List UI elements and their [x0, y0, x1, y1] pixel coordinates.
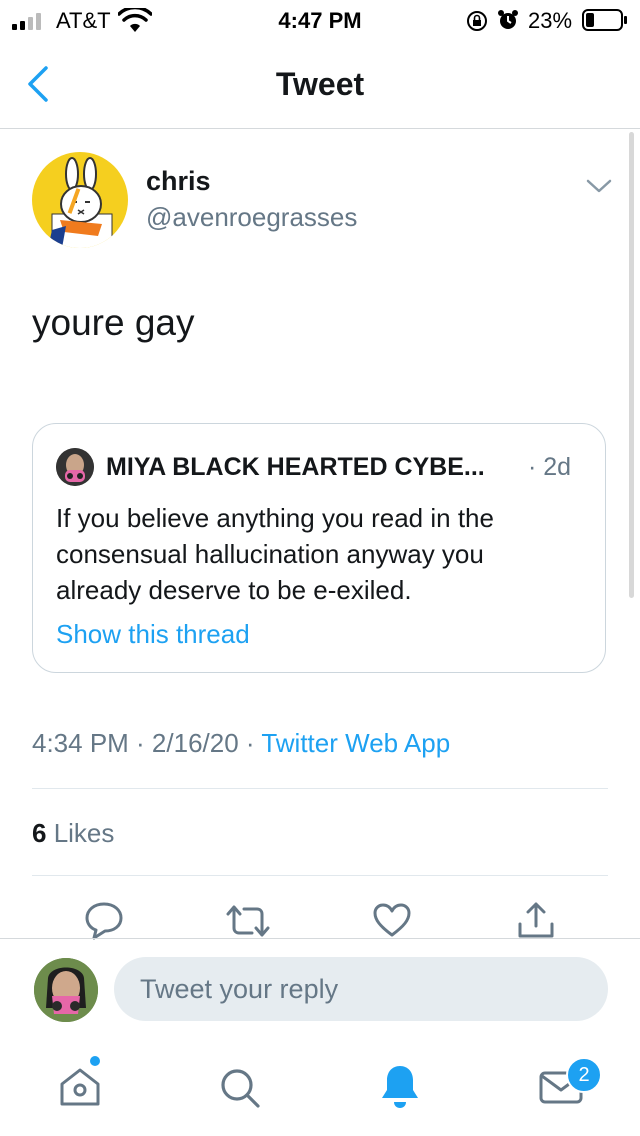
tweet-timestamp-row: 4:34 PM · 2/16/20 · Twitter Web App [32, 728, 450, 759]
notifications-bell-icon[interactable] [378, 1062, 422, 1110]
navigation-bar: Tweet [0, 40, 640, 129]
tweet-timestamp: 4:34 PM · 2/16/20 · [32, 728, 262, 758]
likes-label: Likes [46, 818, 115, 848]
reply-placeholder: Tweet your reply [140, 974, 339, 1004]
author-name[interactable]: chris [146, 166, 211, 197]
show-thread-link[interactable]: Show this thread [56, 619, 250, 650]
divider [0, 938, 640, 939]
tweet-text: youre gay [32, 302, 195, 343]
home-icon[interactable] [58, 1066, 102, 1108]
page-title: Tweet [275, 66, 365, 102]
likes-count: 6 [32, 818, 47, 848]
search-icon[interactable] [218, 1066, 262, 1110]
messages-badge: 2 [566, 1057, 602, 1093]
orientation-lock-icon [467, 11, 487, 31]
quoted-author-name: MIYA BLACK HEARTED CYBE... [106, 453, 485, 481]
divider [32, 875, 608, 876]
author-handle[interactable]: @avenroegrasses [146, 202, 357, 233]
tweet-source-link[interactable]: Twitter Web App [261, 728, 450, 758]
share-icon[interactable] [516, 900, 556, 940]
alarm-icon [498, 10, 518, 29]
author-avatar[interactable] [32, 152, 128, 248]
like-icon[interactable] [372, 902, 412, 938]
likes-count-row[interactable]: 6 Likes [32, 818, 114, 849]
home-new-indicator [90, 1056, 100, 1066]
quoted-author-avatar [56, 448, 94, 486]
battery-icon [582, 9, 627, 31]
quoted-tweet-time: · 2d [528, 453, 572, 481]
caret-down-icon[interactable] [586, 178, 612, 194]
reply-input[interactable]: Tweet your reply [114, 957, 608, 1021]
battery-percent: 23% [528, 8, 573, 33]
divider [32, 788, 608, 789]
scrollbar[interactable] [629, 132, 634, 598]
retweet-icon[interactable] [224, 904, 272, 938]
reply-icon[interactable] [84, 900, 124, 940]
status-bar: AT&T 4:47 PM 23% [0, 0, 640, 40]
current-user-avatar[interactable] [34, 958, 98, 1022]
quoted-tweet-text: If you believe anything you read in the … [56, 503, 494, 605]
